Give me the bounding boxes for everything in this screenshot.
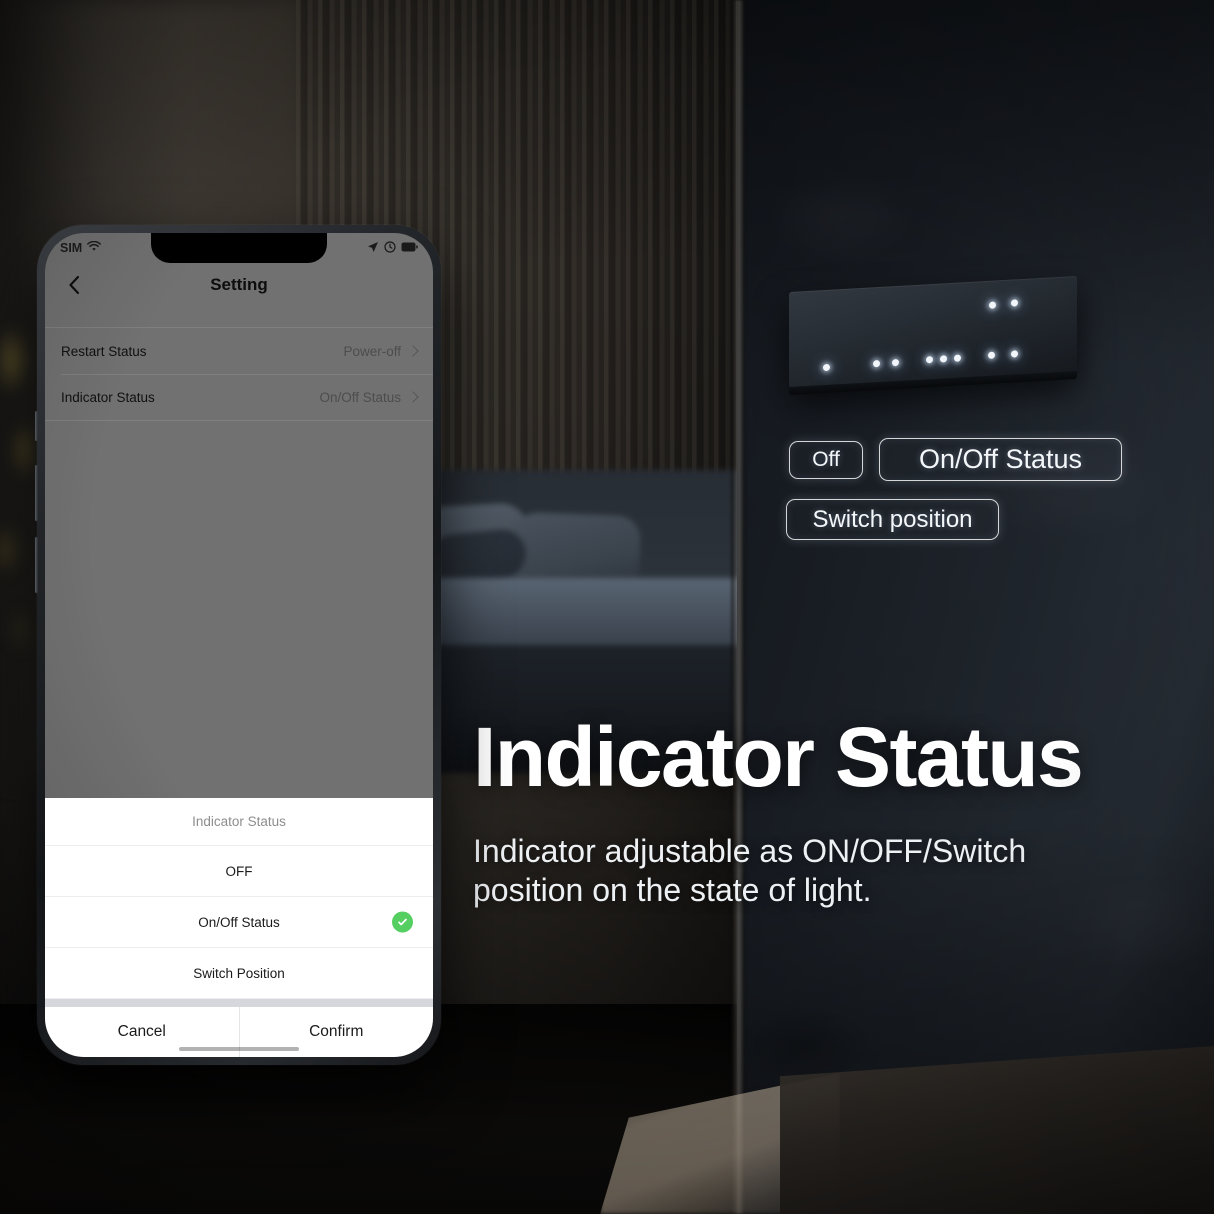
concrete-wall-right-half [737, 0, 1214, 1214]
alarm-clock-icon [384, 240, 396, 256]
wall-corner-seam [731, 0, 745, 1214]
phone-notch [151, 233, 327, 263]
row-right: On/Off Status [319, 389, 419, 405]
chevron-right-icon [407, 345, 419, 357]
callout-onoff-status: On/Off Status [879, 438, 1122, 481]
callout-switch-position: Switch position [786, 499, 999, 540]
list-separator [45, 420, 433, 421]
led-indicator [989, 301, 996, 309]
headline: Indicator Status [473, 710, 1084, 804]
led-indicator [988, 351, 995, 359]
battery-icon [401, 241, 418, 255]
row-value: On/Off Status [319, 389, 401, 405]
volume-up-button[interactable] [35, 465, 38, 521]
led-indicator [954, 354, 961, 362]
led-indicator [1011, 299, 1018, 307]
settings-row-indicator-status[interactable]: Indicator Status On/Off Status [45, 374, 433, 420]
promo-image-root: Off On/Off Status Switch position Indica… [0, 0, 1214, 1214]
led-indicator [1011, 350, 1018, 358]
carrier-label: SIM [60, 241, 83, 255]
wifi-icon [87, 240, 102, 255]
led-indicator [892, 358, 899, 367]
chevron-right-icon [407, 391, 419, 403]
volume-down-button[interactable] [35, 537, 38, 593]
option-label: On/Off Status [198, 914, 280, 930]
nav-bar: Setting [45, 263, 433, 307]
silent-switch-button[interactable] [35, 411, 38, 441]
row-value: Power-off [343, 343, 401, 359]
led-indicator [926, 356, 933, 364]
option-on-off-status[interactable]: On/Off Status [45, 897, 433, 948]
row-right: Power-off [343, 343, 419, 359]
settings-row-restart-status[interactable]: Restart Status Power-off [45, 328, 433, 374]
concrete-texture [737, 0, 1214, 1214]
home-indicator[interactable] [179, 1047, 299, 1051]
app-screen: SIM Setting Restart Status Power-off Ind… [45, 233, 433, 1057]
option-off[interactable]: OFF [45, 846, 433, 897]
option-label: Switch Position [193, 965, 285, 981]
callout-off: Off [789, 441, 863, 479]
location-arrow-icon [367, 241, 379, 256]
wall-switch-panel[interactable] [789, 275, 1077, 396]
action-sheet-title: Indicator Status [45, 798, 433, 846]
led-indicator [873, 359, 880, 368]
led-indicator [940, 355, 947, 363]
option-switch-position[interactable]: Switch Position [45, 948, 433, 999]
phone-screen-bezel: SIM Setting Restart Status Power-off Ind… [45, 233, 433, 1057]
action-sheet: Indicator Status OFF On/Off Status Switc… [45, 798, 433, 1057]
check-circle-icon [392, 911, 413, 933]
status-bar-left: SIM [60, 240, 102, 255]
row-label: Restart Status [61, 343, 147, 359]
status-bar-right [367, 240, 418, 256]
phone-mockup: SIM Setting Restart Status Power-off Ind… [35, 225, 441, 1065]
subtitle: Indicator adjustable as ON/OFF/Switch po… [473, 833, 1027, 909]
list-top-gap [45, 307, 433, 327]
led-indicator [823, 363, 830, 372]
pillow [508, 511, 642, 589]
option-label: OFF [225, 863, 253, 879]
page-title: Setting [210, 275, 268, 294]
action-sheet-divider [45, 999, 433, 1007]
row-label: Indicator Status [61, 389, 155, 405]
